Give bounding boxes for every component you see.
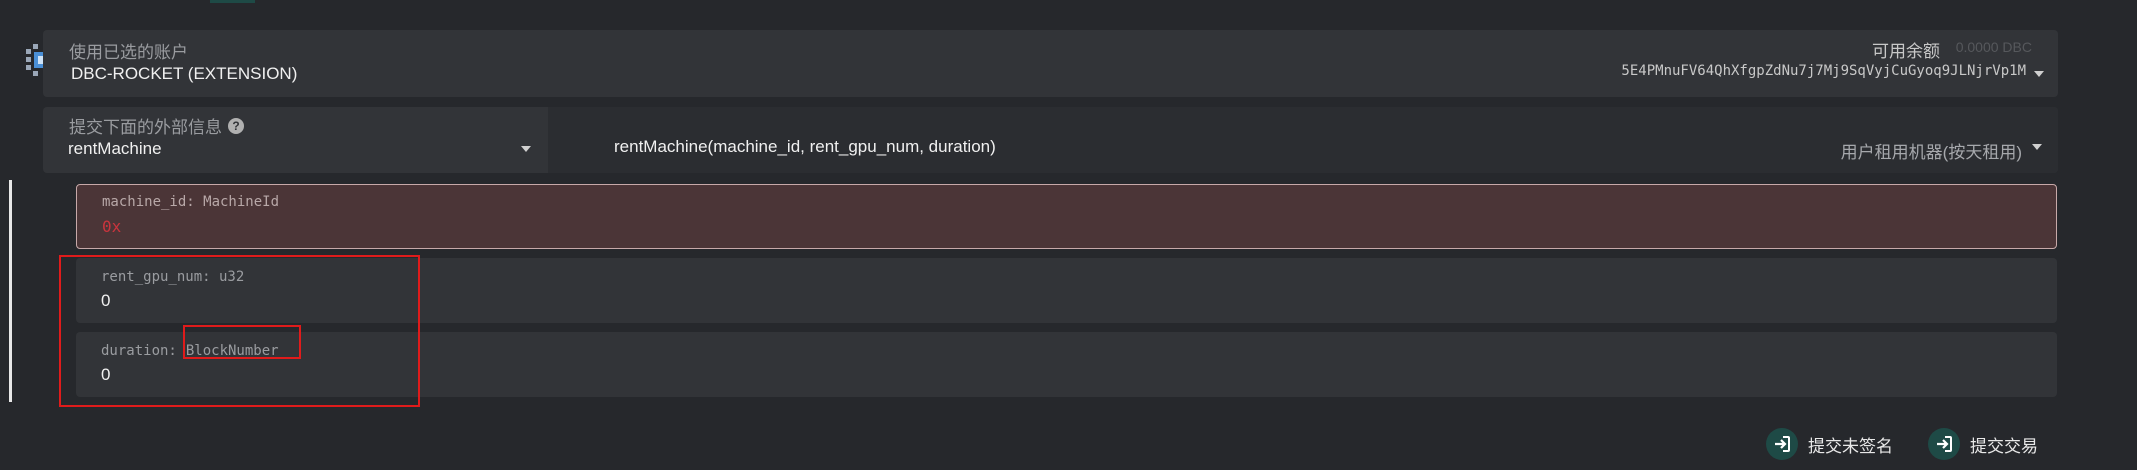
account-address: 5E4PMnuFV64QhXfgpZdNu7j7Mj9SqVyjCuGyoq9J… <box>1621 63 2026 79</box>
account-name: DBC-ROCKET (EXTENSION) <box>71 64 298 83</box>
submit-unsigned-button[interactable]: 提交未签名 <box>1766 428 1893 460</box>
method-signature: rentMachine(machine_id, rent_gpu_num, du… <box>614 137 996 156</box>
method-dropdown-chevron-down-icon[interactable] <box>521 146 531 152</box>
submit-unsigned-label: 提交未签名 <box>1808 436 1893 456</box>
submit-transaction-button[interactable]: 提交交易 <box>1928 428 2038 460</box>
extrinsic-label: 提交下面的外部信息 ? <box>69 113 244 138</box>
balance-value: 0.0000 DBC <box>1955 39 2032 55</box>
call-description-dropdown[interactable]: rentMachine(machine_id, rent_gpu_num, du… <box>548 107 2058 173</box>
sign-in-icon <box>1766 428 1798 460</box>
description-dropdown-chevron-down-icon[interactable] <box>2032 144 2042 150</box>
method-select[interactable]: rentMachine <box>68 139 162 159</box>
extrinsic-panel: 提交下面的外部信息 ? rentMachine rentMachine(mach… <box>43 107 2058 173</box>
top-tab-fragment <box>210 0 255 3</box>
sign-in-icon <box>1928 428 1960 460</box>
param-machine-id-label: machine_id: MachineId <box>102 194 280 210</box>
account-panel[interactable]: 使用已选的账户 DBC-ROCKET (EXTENSION) 可用余额 0.00… <box>43 30 2058 97</box>
extrinsic-label-text: 提交下面的外部信息 <box>69 118 222 137</box>
balance-label: 可用余额 <box>1872 42 1940 61</box>
highlight-box-blocknumber <box>183 325 301 359</box>
help-icon[interactable]: ? <box>228 117 244 134</box>
params-left-indicator <box>9 180 12 402</box>
param-machine-id-input[interactable]: 0x <box>102 217 121 236</box>
account-label: 使用已选的账户 <box>69 43 188 62</box>
submit-transaction-label: 提交交易 <box>1970 436 2038 456</box>
param-machine-id[interactable]: machine_id: MachineId 0x <box>76 184 2057 249</box>
account-dropdown-chevron-down-icon[interactable] <box>2034 71 2044 77</box>
method-description: 用户租用机器(按天租用) <box>1840 143 2022 162</box>
